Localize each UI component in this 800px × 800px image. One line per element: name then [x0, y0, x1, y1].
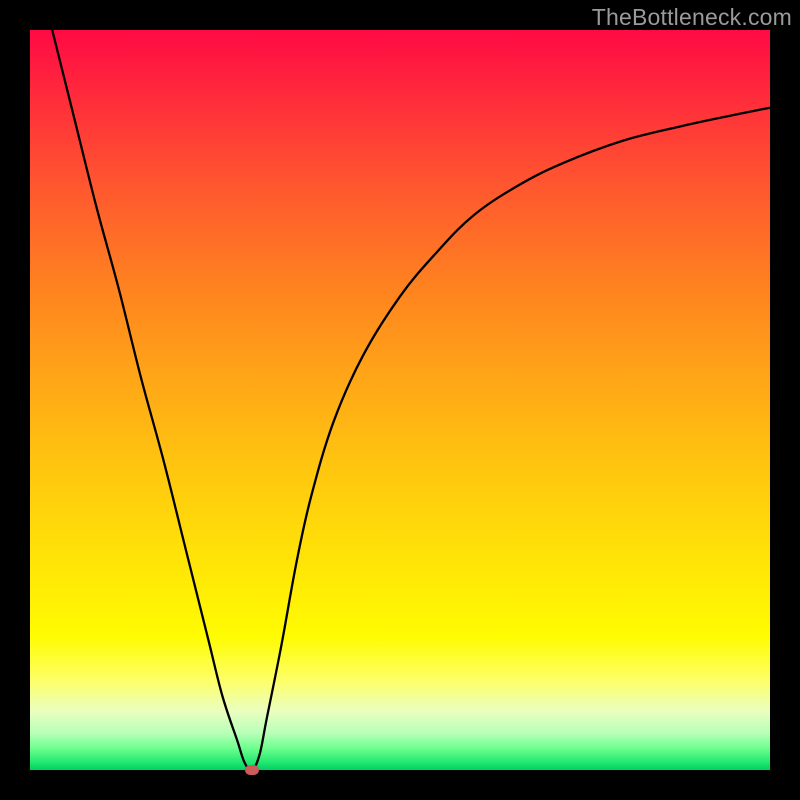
- chart-frame: TheBottleneck.com: [0, 0, 800, 800]
- plot-area: [30, 30, 770, 770]
- minimum-marker: [245, 765, 259, 775]
- watermark-text: TheBottleneck.com: [592, 4, 792, 31]
- bottleneck-curve: [30, 30, 770, 770]
